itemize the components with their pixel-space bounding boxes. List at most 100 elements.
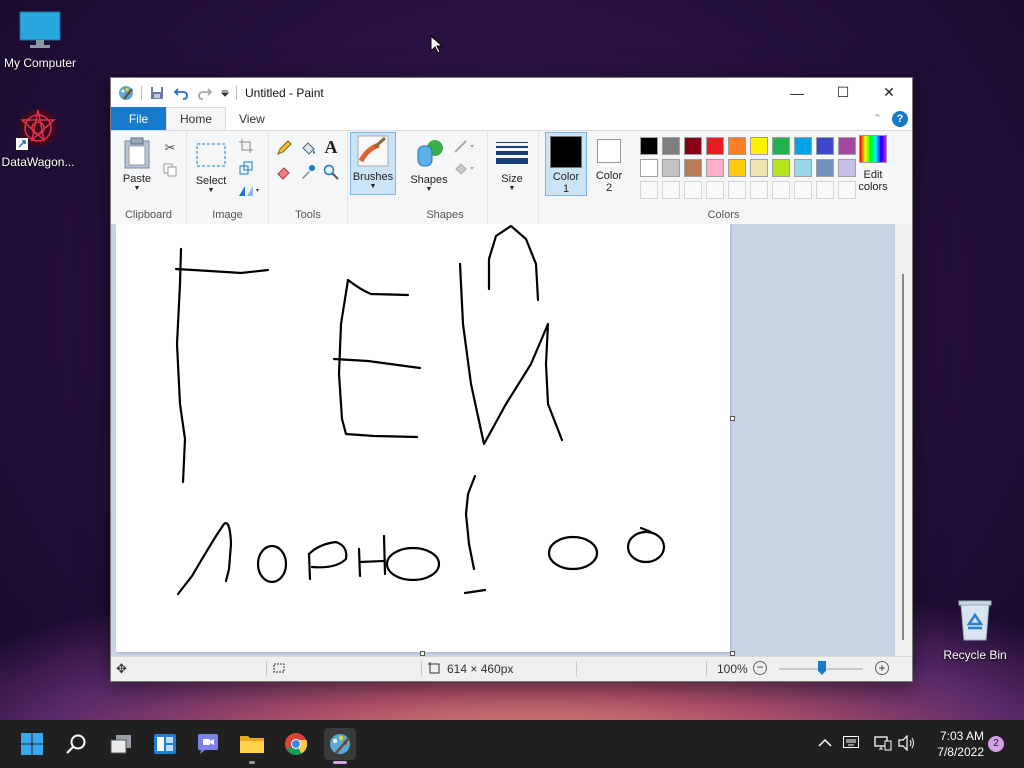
paste-button[interactable]: Paste ▼ (117, 137, 157, 192)
rotate-icon[interactable] (237, 181, 261, 199)
notification-badge[interactable]: 2 (988, 736, 1004, 752)
desktop-icon-my-computer[interactable]: My Computer (0, 10, 80, 70)
palette-swatch[interactable] (684, 137, 702, 155)
paint-app-icon[interactable] (117, 84, 135, 102)
drawing-canvas[interactable] (116, 224, 730, 652)
palette-swatch[interactable] (706, 137, 724, 155)
palette-swatch[interactable] (640, 137, 658, 155)
search-button[interactable] (60, 728, 92, 760)
group-brushes: Brushes ▼ (348, 131, 403, 224)
chrome-button[interactable] (280, 728, 312, 760)
teams-button[interactable] (192, 728, 224, 760)
collapse-ribbon-icon[interactable]: ⌃ (873, 112, 882, 125)
fill-shape-icon[interactable] (453, 159, 477, 177)
crop-icon[interactable] (237, 137, 255, 155)
keyboard-icon[interactable] (843, 735, 859, 751)
volume-icon[interactable] (898, 734, 916, 754)
palette-swatch[interactable] (772, 159, 790, 177)
tab-file[interactable]: File (111, 107, 166, 130)
palette-swatch[interactable] (816, 137, 834, 155)
tab-home[interactable]: Home (166, 107, 227, 130)
brushes-button[interactable]: Brushes ▼ (350, 132, 396, 195)
widgets-icon (154, 734, 176, 754)
palette-swatch-empty[interactable] (750, 181, 768, 199)
clock[interactable]: 7:03 AM 7/8/2022 (937, 728, 984, 760)
palette-swatch-empty[interactable] (772, 181, 790, 199)
scrollbar-thumb[interactable] (902, 274, 904, 640)
palette-swatch-empty[interactable] (728, 181, 746, 199)
select-button[interactable]: Select ▼ (191, 139, 231, 194)
quick-access-toolbar (111, 84, 237, 102)
start-button[interactable] (16, 728, 48, 760)
palette-swatch[interactable] (728, 159, 746, 177)
palette-swatch-empty[interactable] (662, 181, 680, 199)
brush-icon (357, 135, 389, 167)
zoom-in-button[interactable]: + (875, 661, 889, 675)
group-label: Colors (707, 209, 740, 221)
palette-swatch[interactable] (750, 159, 768, 177)
palette-swatch-empty[interactable] (816, 181, 834, 199)
fill-icon[interactable] (299, 139, 317, 157)
task-view-button[interactable] (105, 728, 137, 760)
palette-swatch[interactable] (794, 137, 812, 155)
minimize-button[interactable]: — (774, 78, 820, 107)
palette-swatch-empty[interactable] (706, 181, 724, 199)
group-size: Size ▼ (488, 131, 538, 224)
file-explorer-button[interactable] (236, 728, 268, 764)
palette-swatch[interactable] (706, 159, 724, 177)
chrome-icon (285, 733, 308, 755)
save-icon[interactable] (148, 84, 166, 102)
size-button[interactable]: Size ▼ (492, 135, 532, 192)
maximize-button[interactable]: ☐ (820, 78, 866, 107)
drawing-strokes (174, 224, 666, 596)
resize-handle-right[interactable] (730, 416, 735, 421)
copy-icon[interactable] (161, 161, 179, 179)
palette-swatch-empty[interactable] (684, 181, 702, 199)
text-icon[interactable]: A (322, 137, 340, 157)
desktop-icon-recycle-bin[interactable]: Recycle Bin (935, 598, 1015, 662)
palette-swatch[interactable] (662, 137, 680, 155)
color-picker-icon[interactable] (299, 163, 317, 181)
close-button[interactable]: ✕ (866, 78, 912, 107)
zoom-out-button[interactable]: − (753, 661, 767, 675)
window-title: Untitled - Paint (245, 85, 324, 100)
palette-swatch-empty[interactable] (794, 181, 812, 199)
line-size-icon (496, 137, 528, 169)
eraser-icon[interactable] (275, 163, 293, 181)
network-icon[interactable] (874, 735, 892, 754)
palette-swatch[interactable] (772, 137, 790, 155)
palette-swatch[interactable] (728, 137, 746, 155)
palette-swatch[interactable] (640, 159, 658, 177)
chevron-up-icon[interactable] (818, 735, 832, 751)
zoom-slider-thumb[interactable] (818, 661, 826, 675)
palette-swatch[interactable] (816, 159, 834, 177)
undo-icon[interactable] (172, 84, 190, 102)
outline-icon[interactable] (453, 137, 477, 155)
cut-icon[interactable]: ✂ (161, 139, 179, 157)
edit-colors-label: Edit colors (858, 169, 888, 193)
resize-icon[interactable] (237, 159, 255, 177)
magnifier-icon[interactable] (322, 163, 340, 181)
cursor-position-icon: ✥ (116, 661, 127, 676)
palette-swatch-empty[interactable] (640, 181, 658, 199)
group-label: Image (212, 209, 243, 221)
color2-button[interactable]: Color 2 (589, 132, 629, 194)
paint-window: Untitled - Paint — ☐ ✕ File Home View ⌃ … (110, 77, 913, 682)
paint-taskbar-button[interactable] (324, 728, 356, 764)
palette-swatch[interactable] (794, 159, 812, 177)
color1-button[interactable]: Color 1 (545, 132, 587, 196)
vertical-scrollbar[interactable] (895, 224, 912, 657)
redo-icon[interactable] (196, 84, 214, 102)
palette-swatch[interactable] (684, 159, 702, 177)
palette-swatch[interactable] (662, 159, 680, 177)
tab-view[interactable]: View (226, 107, 278, 130)
pencil-icon[interactable] (275, 139, 293, 157)
edit-colors-button[interactable]: Edit colors (851, 135, 895, 193)
desktop-icon-datawagon[interactable]: DataWagon... (0, 106, 78, 169)
widgets-button[interactable] (149, 728, 181, 760)
palette-swatch[interactable] (750, 137, 768, 155)
help-icon[interactable]: ? (892, 110, 908, 127)
shapes-button[interactable]: Shapes ▼ (407, 132, 451, 193)
customize-qat-icon[interactable] (220, 84, 230, 102)
clock-time: 7:03 AM (939, 729, 984, 743)
